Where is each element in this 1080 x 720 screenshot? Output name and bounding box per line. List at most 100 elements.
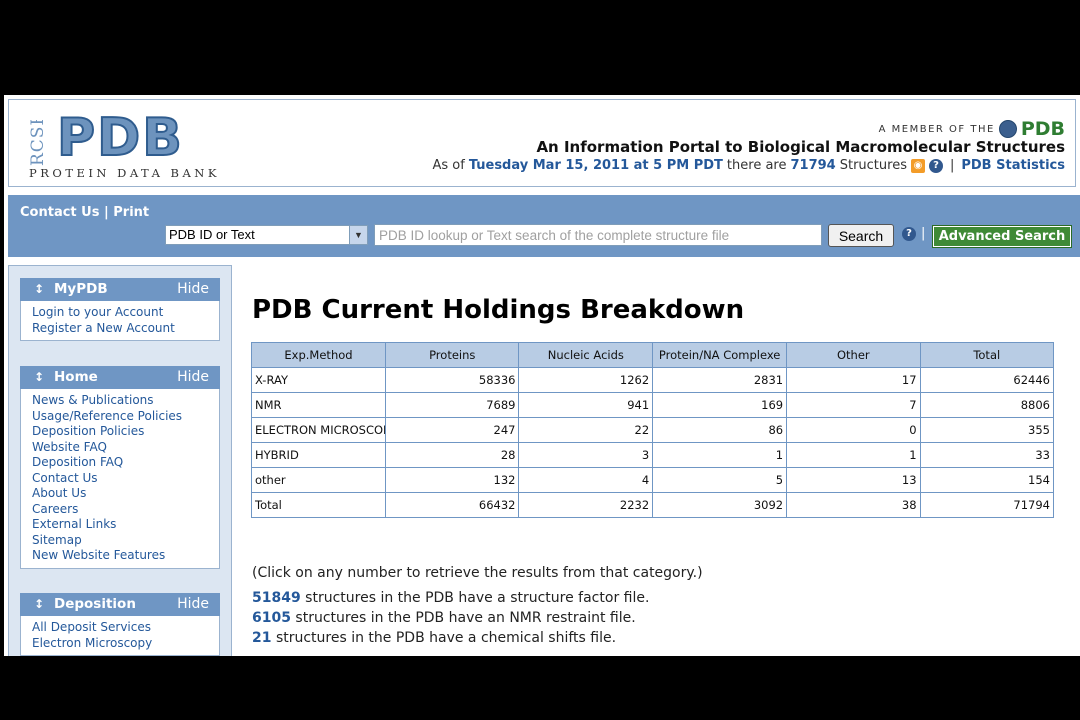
sidebar-item-register[interactable]: Register a New Account (32, 321, 219, 337)
panel-title: MyPDB (54, 281, 108, 297)
click-note: (Click on any number to retrieve the res… (252, 565, 703, 581)
sidebar-item-news[interactable]: News & Publications (32, 393, 219, 409)
sidebar-item-deposition-policies[interactable]: Deposition Policies (32, 424, 219, 440)
stat-count-link[interactable]: 6105 (252, 610, 291, 626)
count-cell[interactable]: 154 (919, 467, 1055, 493)
count-cell[interactable]: 3092 (652, 492, 788, 518)
count-cell[interactable]: 71794 (919, 492, 1055, 518)
sidebar-item-external-links[interactable]: External Links (32, 517, 219, 533)
stat-count-link[interactable]: 21 (252, 630, 271, 646)
panel-header-mypdb[interactable]: ↕ MyPDB Hide (20, 278, 220, 301)
count-cell[interactable]: 7689 (384, 392, 520, 418)
panel-title: Deposition (54, 596, 136, 612)
count-cell[interactable]: 1262 (518, 367, 654, 393)
expand-collapse-icon[interactable]: ↕ (34, 278, 44, 301)
sidebar-item-about-us[interactable]: About Us (32, 486, 219, 502)
sidebar-item-electron-microscopy[interactable]: Electron Microscopy (32, 636, 219, 652)
count-cell[interactable]: 132 (384, 467, 520, 493)
stat-text: structures in the PDB have an NMR restra… (295, 610, 636, 626)
count-cell[interactable]: 7 (786, 392, 921, 418)
stat-count-link[interactable]: 51849 (252, 590, 301, 606)
structure-count: 71794 (790, 158, 836, 173)
sidebar-item-login[interactable]: Login to your Account (32, 305, 219, 321)
search-nav-bar: Contact Us | Print PDB ID or Text ▼ Sear… (8, 195, 1080, 257)
count-cell[interactable]: 86 (652, 417, 788, 443)
rcsb-pdb-logo[interactable]: RCSB PDB PROTEIN DATA BANK (27, 107, 247, 184)
count-cell[interactable]: 17 (786, 367, 921, 393)
sidebar-item-contact-us[interactable]: Contact Us (32, 471, 219, 487)
stat-line-structure-factor: 51849 structures in the PDB have a struc… (252, 590, 649, 606)
sidebar-item-usage-policies[interactable]: Usage/Reference Policies (32, 409, 219, 425)
expand-collapse-icon[interactable]: ↕ (34, 593, 44, 616)
sidebar-item-sitemap[interactable]: Sitemap (32, 533, 219, 549)
panel-body-mypdb: Login to your Account Register a New Acc… (20, 301, 220, 341)
sidebar-item-careers[interactable]: Careers (32, 502, 219, 518)
search-type-value: PDB ID or Text (169, 227, 255, 242)
panel-header-deposition[interactable]: ↕ Deposition Hide (20, 593, 220, 616)
search-input[interactable] (374, 224, 822, 246)
rss-icon[interactable]: ◉ (910, 158, 925, 173)
method-cell: X-RAY (251, 367, 386, 393)
browser-page: RCSB PDB PROTEIN DATA BANK A MEMBER OF T… (4, 95, 1080, 656)
column-header: Nucleic Acids (518, 342, 654, 368)
count-cell[interactable]: 169 (652, 392, 788, 418)
sidebar-item-new-features[interactable]: New Website Features (32, 548, 219, 564)
page-title: PDB Current Holdings Breakdown (252, 295, 745, 325)
table-total-row: Total 66432 2232 3092 38 71794 (251, 492, 1055, 518)
pdb-logo-text: PDB (56, 107, 184, 169)
count-cell[interactable]: 22 (518, 417, 654, 443)
search-type-select[interactable]: PDB ID or Text ▼ (165, 225, 368, 245)
count-cell[interactable]: 1 (786, 442, 921, 468)
pdb-statistics-link[interactable]: PDB Statistics (961, 158, 1065, 173)
sidebar-item-all-deposit[interactable]: All Deposit Services (32, 620, 219, 636)
wwpdb-member-badge[interactable]: A MEMBER OF THE PDB (879, 120, 1065, 139)
count-cell[interactable]: 66432 (384, 492, 520, 518)
search-help-icon[interactable]: ? (902, 227, 916, 241)
count-cell[interactable]: 247 (384, 417, 520, 443)
column-header: Proteins (384, 342, 520, 368)
method-cell: HYBRID (251, 442, 386, 468)
count-cell[interactable]: 0 (786, 417, 921, 443)
count-cell[interactable]: 2831 (652, 367, 788, 393)
count-cell[interactable]: 58336 (384, 367, 520, 393)
column-header: Exp.Method (251, 342, 386, 368)
panel-header-home[interactable]: ↕ Home Hide (20, 366, 220, 389)
question-icon[interactable]: ? (928, 158, 943, 173)
hide-button[interactable]: Hide (177, 278, 209, 301)
contact-us-link[interactable]: Contact Us (20, 205, 99, 220)
hide-button[interactable]: Hide (177, 366, 209, 389)
hide-button[interactable]: Hide (177, 593, 209, 616)
sidebar: ↕ MyPDB Hide Login to your Account Regis… (8, 265, 232, 656)
stat-line-nmr-restraint: 6105 structures in the PDB have an NMR r… (252, 610, 636, 626)
nav-separator-2: | (921, 226, 926, 241)
count-cell[interactable]: 355 (919, 417, 1055, 443)
count-cell[interactable]: 28 (384, 442, 520, 468)
chevron-down-icon[interactable]: ▼ (349, 226, 367, 244)
count-cell[interactable]: 1 (652, 442, 788, 468)
count-cell[interactable]: 5 (652, 467, 788, 493)
table-row: other 132 4 5 13 154 (251, 467, 1055, 493)
expand-collapse-icon[interactable]: ↕ (34, 366, 44, 389)
sidebar-item-deposition-faq[interactable]: Deposition FAQ (32, 455, 219, 471)
search-button[interactable]: Search (828, 224, 894, 247)
main-content: PDB Current Holdings Breakdown Exp.Metho… (234, 265, 1080, 656)
sidebar-item-website-faq[interactable]: Website FAQ (32, 440, 219, 456)
count-cell[interactable]: 33 (919, 442, 1055, 468)
rcsb-logo-text: RCSB (28, 120, 48, 166)
count-cell[interactable]: 2232 (518, 492, 654, 518)
advanced-search-button[interactable]: Advanced Search (932, 225, 1072, 248)
stat-text: structures in the PDB have a chemical sh… (275, 630, 617, 646)
method-cell: ELECTRON MICROSCOPY (251, 417, 386, 443)
count-cell[interactable]: 8806 (919, 392, 1055, 418)
count-cell[interactable]: 38 (786, 492, 921, 518)
panel-title: Home (54, 369, 98, 385)
count-cell[interactable]: 4 (518, 467, 654, 493)
print-link[interactable]: Print (113, 205, 149, 220)
count-cell[interactable]: 62446 (919, 367, 1055, 393)
stat-line-chemical-shifts: 21 structures in the PDB have a chemical… (252, 630, 616, 646)
table-row: X-RAY 58336 1262 2831 17 62446 (251, 367, 1055, 393)
count-cell[interactable]: 3 (518, 442, 654, 468)
stat-text: structures in the PDB have a structure f… (305, 590, 650, 606)
count-cell[interactable]: 941 (518, 392, 654, 418)
count-cell[interactable]: 13 (786, 467, 921, 493)
